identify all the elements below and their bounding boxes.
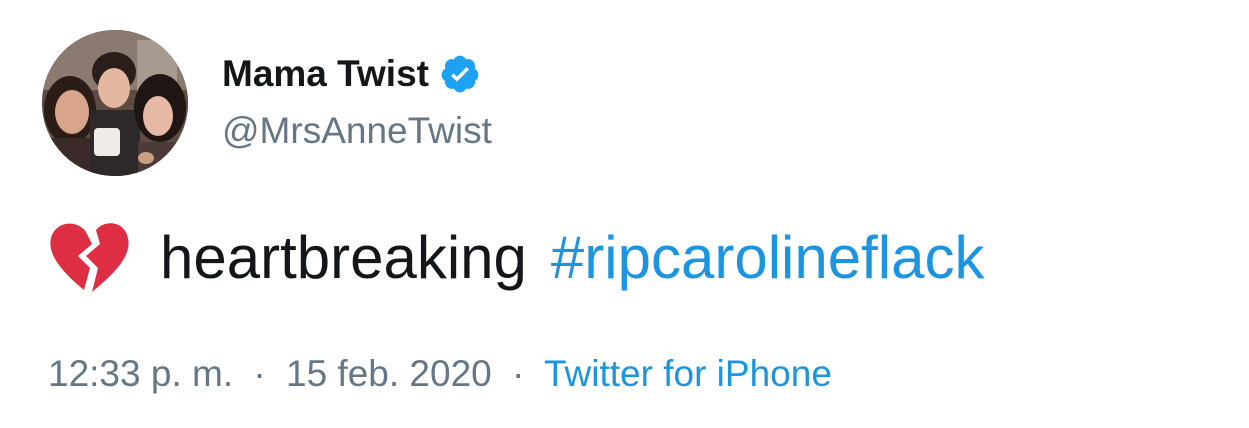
verified-badge-icon (439, 53, 481, 95)
hashtag-link[interactable]: #ripcarolineflack (551, 222, 985, 294)
display-name[interactable]: Mama Twist (222, 50, 429, 98)
broken-heart-icon (48, 222, 130, 294)
profile-photo-icon (42, 30, 188, 176)
meta-separator: · (253, 353, 266, 394)
tweet-card: Mama Twist @MrsAnneTwist heartbreaking #… (0, 0, 1249, 428)
tweet-meta: 12:33 p. m. · 15 feb. 2020 · Twitter for… (48, 350, 832, 398)
avatar[interactable] (42, 30, 188, 176)
name-row: Mama Twist (222, 50, 481, 98)
meta-separator: · (512, 353, 525, 394)
tweet-body: heartbreaking #ripcarolineflack (48, 222, 984, 294)
tweet-date[interactable]: 15 feb. 2020 (286, 353, 492, 394)
user-handle[interactable]: @MrsAnneTwist (222, 107, 492, 155)
tweet-text: heartbreaking (160, 224, 527, 291)
source-link[interactable]: Twitter for iPhone (544, 353, 832, 394)
tweet-time[interactable]: 12:33 p. m. (48, 353, 233, 394)
